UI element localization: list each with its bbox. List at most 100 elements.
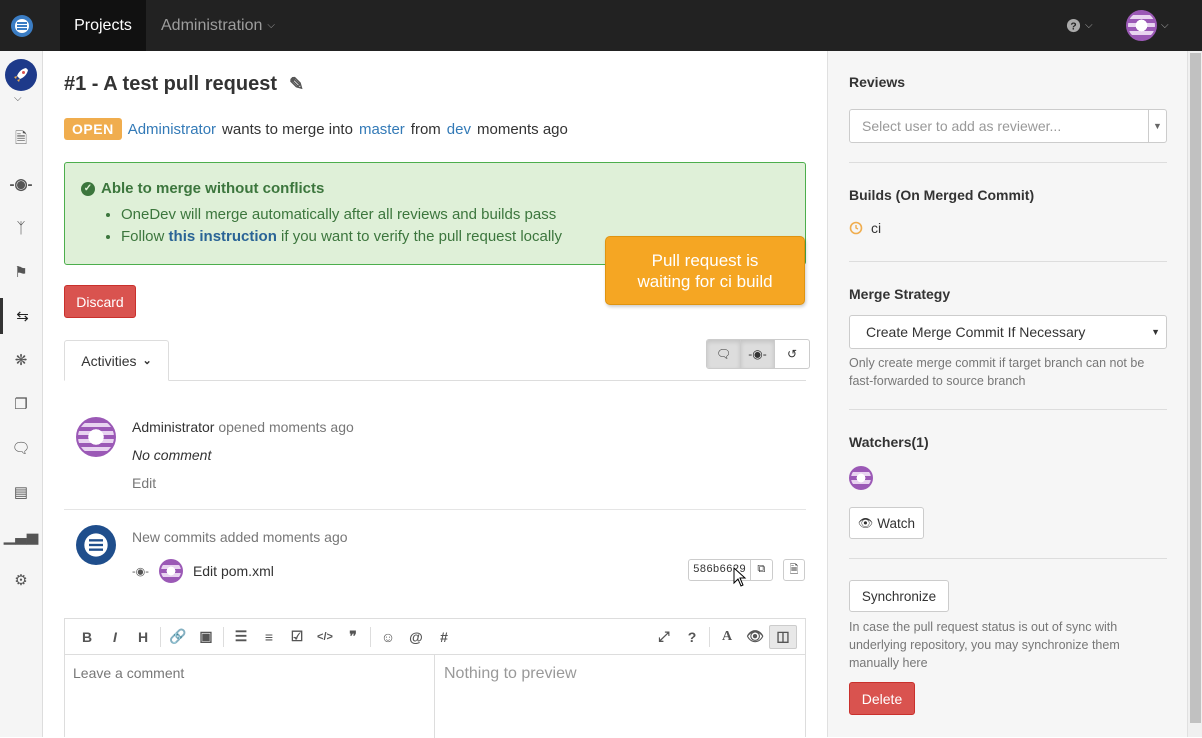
tab-activities[interactable]: Activities ⌄ [64,340,169,381]
discard-button[interactable]: Discard [64,285,136,318]
chevron-down-icon: ⌵ [1161,20,1169,31]
activity-divider [64,509,806,510]
image-icon[interactable]: ▣ [192,628,220,645]
pull-request-main: #1 - A test pull request ✎ OPEN Administ… [43,51,827,738]
svg-text:?: ? [1070,21,1076,32]
watch-button[interactable]: 👁 Watch [849,507,924,539]
sidebar-item-issues[interactable]: ❋ [0,342,42,378]
clock-icon [849,221,863,235]
instruction-post: if you want to verify the pull request l… [281,228,563,245]
nav-projects[interactable]: Projects [60,0,146,51]
heading-icon[interactable]: H [129,629,157,645]
sidebar-item-settings[interactable]: ⚙ [0,562,42,598]
font-icon[interactable]: A [713,629,741,645]
quote-icon[interactable]: ❞ [339,628,367,645]
comment-textarea[interactable]: Leave a comment [65,655,435,738]
preview-icon[interactable]: 👁 [741,628,769,645]
pr-author-link[interactable]: Administrator [128,121,216,138]
help-menu[interactable]: ? ⌵ [1066,0,1093,51]
numbered-list-icon[interactable]: ≡ [255,629,283,645]
watchers-title: Watchers(1) [849,434,929,450]
file-icon[interactable]: 🗎 [783,559,805,581]
pencil-icon[interactable]: ✎ [289,74,304,95]
link-icon[interactable]: 🔗 [164,628,192,645]
sidebar-item-branches[interactable]: ᛉ [0,210,42,246]
commits-filter-icon[interactable]: -◉- [741,340,775,368]
user-avatar [1126,10,1157,41]
sidebar-item-stats[interactable]: ▁▃▅ [0,518,42,554]
divider [849,261,1167,262]
activity-edit-link[interactable]: Edit [132,475,156,491]
page-scrollbar[interactable] [1187,51,1202,737]
history-filter-icon[interactable]: ↺ [775,340,809,368]
target-branch-link[interactable]: master [359,121,405,138]
nav-administration[interactable]: Administration ⌵ [161,0,275,51]
divider [849,558,1167,559]
pr-side-panel: Reviews Select user to add as reviewer..… [827,51,1202,737]
reviewer-placeholder: Select user to add as reviewer... [862,118,1062,134]
pull-request-icon: ⇆ [16,308,29,325]
scrollbar-thumb[interactable] [1190,53,1201,723]
check-circle-icon: ✓ [81,181,95,196]
activity-user[interactable]: Administrator [132,419,214,435]
merge-strategy-title: Merge Strategy [849,286,951,302]
sidebar-item-discussions[interactable]: 🗨 [0,430,42,466]
user-menu[interactable]: ⌵ [1126,10,1169,41]
callout-line: Pull request is [651,250,759,270]
synchronize-button[interactable]: Synchronize [849,580,949,612]
rocket-icon [14,68,28,82]
sidebar-item-files[interactable]: 🗎 [0,122,42,158]
sidebar-item-builds[interactable]: ❐ [0,386,42,422]
question-circle-icon: ? [1066,18,1081,32]
emoji-icon[interactable]: ☺ [374,629,402,645]
comments-icon: 🗨 [11,440,31,457]
project-avatar[interactable] [5,59,37,91]
activity-action: opened moments ago [218,419,354,435]
activity-item: Administrator opened moments ago No comm… [64,411,806,506]
source-branch-link[interactable]: dev [447,121,471,138]
bold-icon[interactable]: B [73,629,101,645]
instruction-pre: Follow [121,228,165,245]
cubes-icon: ❐ [14,396,28,413]
mention-icon[interactable]: @ [402,629,430,645]
project-sidebar: ⌵ 🗎 -◉- ᛉ ⚑ ⇆ ❋ ❐ 🗨 ▤ ▁▃▅ ⚙ [0,51,43,737]
fullscreen-icon[interactable]: ⤢ [650,628,678,645]
italic-icon[interactable]: I [101,629,129,645]
chevron-down-icon: ⌵ [267,20,275,31]
toolbar-separator [370,626,371,647]
page-title: #1 - A test pull request ✎ [64,73,304,96]
merge-strategy-value: Create Merge Commit If Necessary [866,324,1086,340]
merge-strategy-select[interactable]: Create Merge Commit If Necessary ▼ [849,315,1167,349]
build-list-icon: ▤ [13,484,29,501]
reviewer-select[interactable]: Select user to add as reviewer... ▼ [849,109,1167,143]
watcher-avatar[interactable] [849,466,873,490]
chevron-down-icon[interactable]: ⌵ [14,93,22,104]
pr-title: #1 - A test pull request [64,73,278,95]
sidebar-item-commits[interactable]: -◉- [0,166,42,202]
commit-row: -◉- Edit pom.xml [132,559,274,583]
chevron-down-icon: ⌄ [142,355,152,367]
build-item[interactable]: ci [849,220,881,236]
sidebar-item-tags[interactable]: ⚑ [0,254,42,290]
bullet-list-icon[interactable]: ☰ [227,628,255,645]
instruction-link[interactable]: this instruction [169,228,277,245]
callout-line: waiting for ci build [637,271,773,291]
sidebar-item-build-list[interactable]: ▤ [0,474,42,510]
task-list-icon[interactable]: ☑ [283,628,311,645]
copy-icon[interactable]: ⧉ [749,560,772,580]
help-icon[interactable]: ? [678,629,706,645]
onedev-logo[interactable] [0,0,43,51]
commit-message[interactable]: Edit pom.xml [193,563,274,579]
comments-filter-icon[interactable]: 🗨 [707,340,741,368]
code-icon[interactable]: </> [311,631,339,643]
branch-icon: ᛉ [16,219,26,237]
merge-status-heading-text: Able to merge without conflicts [101,180,325,197]
split-view-icon[interactable]: ◫ [769,624,797,649]
hash-icon[interactable]: # [430,629,458,645]
toolbar-separator [709,626,710,647]
toolbar-separator [160,626,161,647]
sidebar-item-pull-requests[interactable]: ⇆ [0,298,42,334]
delete-button[interactable]: Delete [849,682,915,715]
onedev-logo-icon [10,14,33,37]
commit-icon: -◉- [132,565,149,578]
